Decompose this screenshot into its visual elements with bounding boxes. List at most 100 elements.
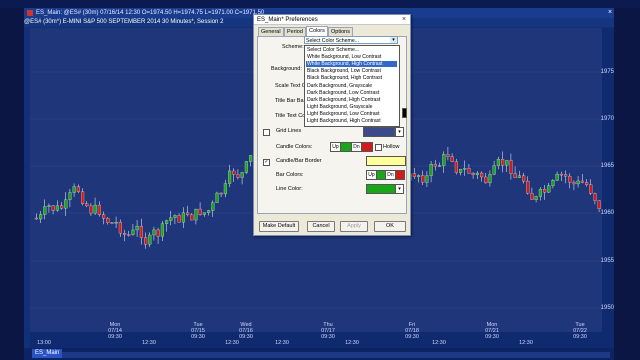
hollow-checkbox[interactable] (375, 144, 382, 151)
top-frame (0, 0, 640, 8)
chevron-down-icon[interactable]: ▾ (390, 37, 397, 43)
candle-body (148, 234, 152, 245)
candle-body (467, 168, 471, 174)
horizontal-scrollbar[interactable] (50, 352, 610, 358)
time-label: Fri 07/18 09:30 (405, 322, 419, 340)
apply-button[interactable]: Apply (340, 221, 368, 232)
scheme-option[interactable]: White Background, Low Contrast (306, 54, 397, 60)
candle-body (433, 163, 437, 167)
scheme-option[interactable]: Select Color Scheme... (306, 47, 397, 53)
cancel-button[interactable]: Cancel (307, 221, 335, 232)
candle-body (585, 182, 589, 185)
bar-down-color-swatch[interactable] (395, 170, 405, 180)
time-value: 12:30 (225, 340, 239, 346)
time-label: 12:30 (142, 340, 156, 346)
chevron-down-icon[interactable]: ▾ (395, 184, 404, 194)
scheme-option[interactable]: Light Background, High Contrast (306, 118, 397, 124)
candle-body (568, 175, 572, 183)
candle-body (417, 175, 421, 177)
candle-body (165, 220, 169, 224)
candle-border-checkbox[interactable]: ✓ (263, 159, 270, 166)
candle-body (240, 172, 244, 178)
price-label: 1975 (600, 69, 614, 75)
scheme-select[interactable]: Select Color Scheme... ▾ (304, 36, 398, 44)
candle-body (232, 170, 236, 175)
candle-body (160, 223, 164, 237)
candle-body (76, 186, 80, 192)
candle-body (576, 180, 580, 185)
candle-body (538, 189, 542, 197)
candle-body (442, 154, 446, 166)
candle-body (446, 154, 450, 157)
candle-body (93, 204, 97, 214)
candle-body (110, 222, 114, 224)
candle-body (412, 173, 416, 177)
time-label: Mon 07/14 09:30 (108, 322, 122, 340)
candle-body (39, 214, 43, 220)
candle-body (43, 206, 47, 215)
title-text-label: Title Text Co (275, 113, 306, 119)
down-color-swatch[interactable] (361, 142, 373, 152)
time-label: Mon 07/21 09:30 (485, 322, 499, 340)
candle-body (55, 205, 59, 211)
scheme-option[interactable]: Light Background, Grayscale (306, 104, 397, 110)
candle-body (181, 212, 185, 223)
scheme-select-value: Select Color Scheme... (306, 38, 360, 44)
candle-body (106, 218, 110, 223)
candle-body (429, 163, 433, 176)
candle-body (480, 172, 484, 178)
time-value: 12:30 (519, 340, 533, 346)
candle-body (207, 210, 211, 213)
scheme-option[interactable]: Black Background, High Contrast (306, 75, 397, 81)
preferences-dialog: ES_Main* Preferences × General Period Co… (253, 14, 411, 236)
candle-body (471, 173, 475, 175)
background-label: Background: (271, 66, 302, 72)
candle-body (501, 158, 505, 166)
ok-button[interactable]: OK (374, 221, 406, 232)
scheme-option[interactable]: Light Background, Low Contrast (306, 111, 397, 117)
scheme-option[interactable]: Dark Background, High Contrast (306, 97, 397, 103)
candle-body (593, 193, 597, 201)
window-tab-es-main[interactable]: ES_Main (32, 349, 63, 358)
time-value: 09:30 (239, 334, 253, 340)
close-icon[interactable]: × (399, 15, 409, 24)
candle-body (219, 192, 223, 195)
time-axis: 13:00 Mon 07/14 09:30 12:30 Tue 07/15 09:30 12:… (30, 322, 614, 348)
scheme-option[interactable]: Black Background, Low Contrast (306, 68, 397, 74)
candle-body (135, 225, 139, 231)
price-label: 1960 (600, 210, 614, 216)
hollow-label: Hollow (383, 144, 400, 150)
make-default-button[interactable]: Make Default (259, 221, 299, 232)
time-label: 12:30 (519, 340, 533, 346)
scheme-option[interactable]: Dark Background, Grayscale (306, 83, 397, 89)
candle-body (152, 229, 156, 236)
candle-body (194, 208, 198, 221)
chart-title: ES_Main: @ES# (30m) 07/16/14 12:30 O=197… (36, 10, 265, 16)
candle-body (186, 212, 190, 215)
grid-lines-checkbox[interactable] (263, 129, 270, 136)
scheme-dropdown-list[interactable]: Select Color Scheme... White Background, … (304, 45, 400, 127)
time-label: 12:30 (275, 340, 289, 346)
candle-body (64, 199, 68, 209)
title-text-color-swatch[interactable] (402, 108, 407, 118)
scale-text-label: Scale Text C (275, 83, 306, 89)
candle-body (173, 215, 177, 218)
candle-body (223, 183, 227, 195)
grid-color-swatch[interactable] (363, 127, 395, 137)
candle-colors-label: Candle Colors: (276, 144, 313, 150)
candle-body (572, 182, 576, 185)
scheme-option[interactable]: Dark Background, Low Contrast (306, 90, 397, 96)
candle-body (597, 200, 601, 209)
close-icon[interactable]: × (606, 9, 614, 17)
candle-body (522, 175, 526, 182)
line-color-swatch[interactable] (366, 184, 396, 194)
candle-body (559, 173, 563, 176)
app-icon (27, 10, 33, 16)
scheme-option[interactable]: White Background, High Contrast (306, 61, 397, 68)
border-color-swatch[interactable] (366, 156, 406, 166)
candle-body (85, 203, 89, 207)
candle-body (202, 212, 206, 215)
chevron-down-icon[interactable]: ▾ (395, 127, 404, 137)
candle-body (244, 161, 248, 173)
grid-lines-label: Grid Lines (276, 128, 302, 134)
